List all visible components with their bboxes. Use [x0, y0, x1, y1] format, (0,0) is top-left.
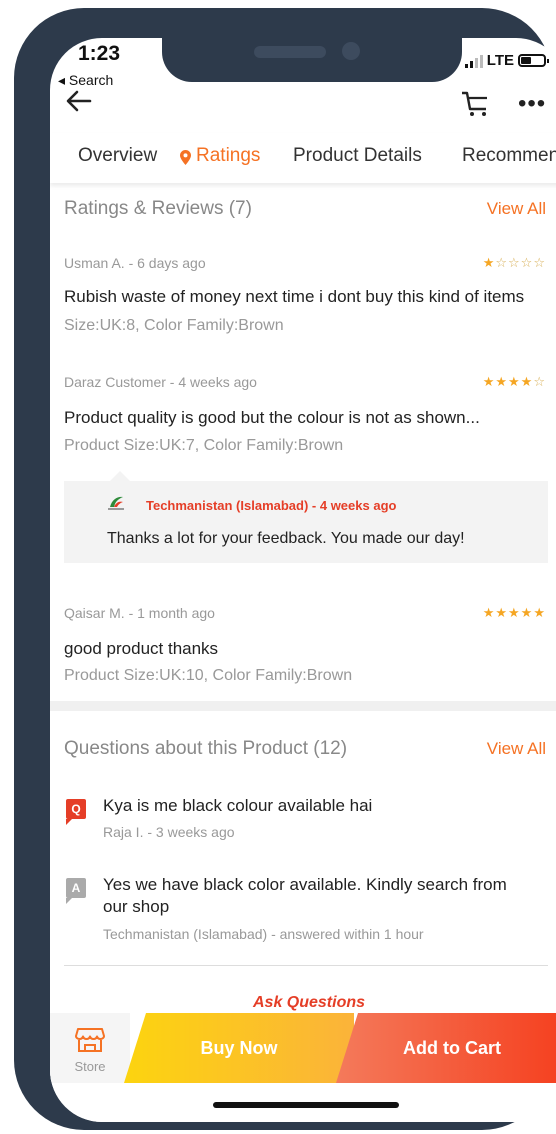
review-sku: Size:UK:8, Color Family:Brown [64, 317, 284, 334]
star-rating: ★☆☆☆☆ [482, 255, 546, 270]
review-text: Rubish waste of money next time i dont b… [64, 287, 525, 306]
question-text: Kya is me black colour available hai [103, 796, 373, 815]
phone-frame: 1:23 ◂ Search LTE ••• Overview Ratings P… [14, 8, 556, 1130]
seller-logo-icon [108, 496, 124, 510]
review-text: Product quality is good but the colour i… [64, 408, 480, 427]
divider [64, 965, 548, 966]
star-rating: ★★★★★ [482, 605, 546, 620]
ask-questions-link[interactable]: Ask Questions [50, 994, 556, 1012]
seller-name: Techmanistan (Islamabad) - 4 weeks ago [146, 498, 397, 513]
review-sku: Product Size:UK:7, Color Family:Brown [64, 437, 344, 454]
seller-reply: Techmanistan (Islamabad) - 4 weeks ago T… [64, 471, 548, 563]
answer-text: Yes we have black color available. Kindl… [103, 875, 507, 916]
seller-reply-text: Thanks a lot for your feedback. You made… [107, 530, 465, 547]
answer-badge-icon: A [66, 878, 86, 904]
buy-now-button[interactable]: Buy Now [124, 1013, 354, 1083]
questions-title: Questions about this Product (12) [64, 738, 348, 759]
cart-icon[interactable] [460, 88, 490, 118]
questions-card: Questions about this Product (12) View A… [50, 711, 556, 1013]
add-to-cart-label: Add to Cart [403, 1037, 501, 1058]
status-indicators: LTE [464, 52, 549, 69]
more-options-icon[interactable]: ••• [518, 90, 546, 118]
question-badge-icon: Q [66, 799, 86, 825]
network-label: LTE [486, 52, 514, 69]
back-arrow-icon[interactable] [64, 86, 94, 116]
review-meta: Daraz Customer - 4 weeks ago [64, 374, 257, 390]
notch [162, 38, 462, 82]
tab-product-details[interactable]: Product Details [293, 145, 422, 167]
tab-overview[interactable]: Overview [78, 145, 157, 167]
signal-icon [464, 54, 483, 68]
buy-now-label: Buy Now [200, 1037, 278, 1058]
store-button[interactable]: Store [50, 1013, 130, 1083]
star-rating: ★★★★☆ [482, 374, 546, 389]
scroll-content[interactable]: Ratings & Reviews (7) View All Usman A. … [50, 183, 556, 1013]
add-to-cart-button[interactable]: Add to Cart [336, 1013, 556, 1083]
ratings-title: Ratings & Reviews (7) [64, 198, 252, 219]
speaker [254, 46, 326, 58]
ratings-card: Ratings & Reviews (7) View All Usman A. … [50, 183, 556, 701]
question-meta: Raja I. - 3 weeks ago [103, 824, 235, 840]
home-indicator[interactable] [213, 1102, 399, 1108]
review-meta: Usman A. - 6 days ago [64, 255, 206, 271]
screen: 1:23 ◂ Search LTE ••• Overview Ratings P… [50, 38, 556, 1122]
location-pin-icon [180, 150, 191, 165]
ratings-view-all-link[interactable]: View All [487, 199, 546, 219]
review-meta: Qaisar M. - 1 month ago [64, 605, 215, 621]
questions-view-all-link[interactable]: View All [487, 739, 546, 759]
review-text: good product thanks [64, 639, 219, 658]
battery-icon [518, 54, 549, 67]
tab-ratings[interactable]: Ratings [196, 145, 260, 167]
store-icon [75, 1028, 105, 1052]
status-time: 1:23 [78, 42, 121, 65]
store-label: Store [74, 1059, 106, 1074]
tab-recommended[interactable]: Recommended [462, 145, 556, 167]
section-tabs: Overview Ratings Product Details Recomme… [50, 133, 556, 183]
answer-meta: Techmanistan (Islamabad) - answered with… [103, 926, 424, 942]
camera [342, 42, 360, 60]
review-sku: Product Size:UK:10, Color Family:Brown [64, 667, 353, 684]
